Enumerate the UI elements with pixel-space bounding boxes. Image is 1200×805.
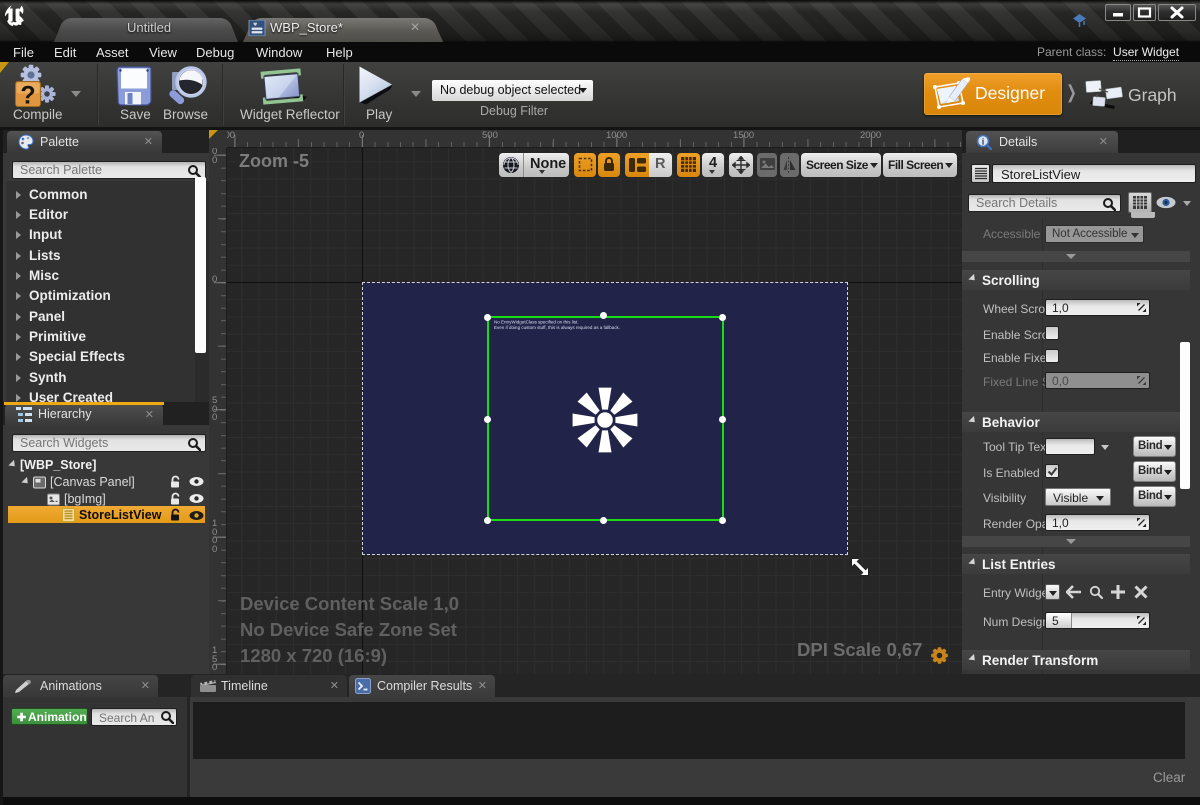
svg-text:?: ? — [20, 82, 35, 110]
